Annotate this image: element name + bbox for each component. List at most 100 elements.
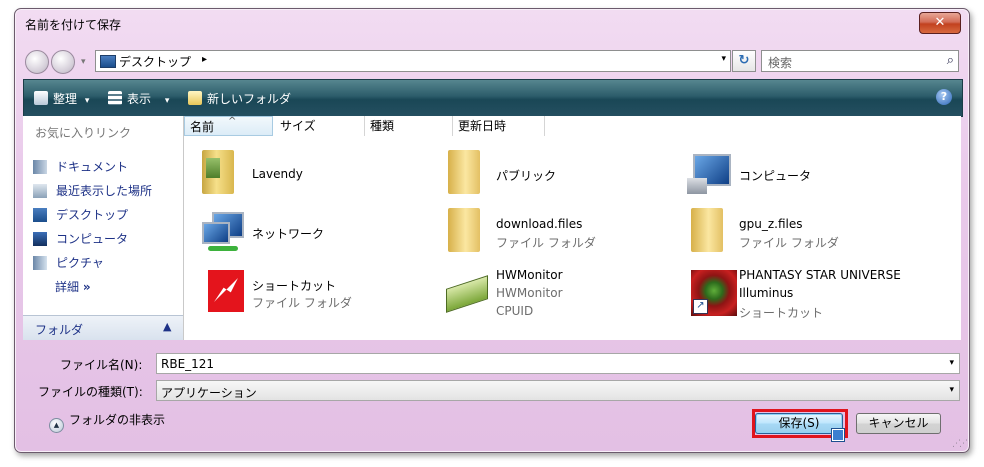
column-size-label: サイズ — [280, 119, 316, 133]
file-item-lavendy[interactable]: Lavendy — [194, 150, 434, 202]
search-box[interactable]: 検索 ⌕ — [761, 50, 959, 72]
forward-button[interactable] — [51, 50, 75, 74]
cancel-label: キャンセル — [868, 416, 929, 430]
filetype-label: ファイルの種類(T): — [38, 385, 143, 399]
favorite-pictures[interactable]: ピクチャ — [33, 254, 104, 270]
folder-icon — [448, 208, 480, 252]
address-dropdown-icon[interactable]: ▾ — [721, 54, 726, 64]
favorite-documents[interactable]: ドキュメント — [33, 158, 128, 174]
save-button[interactable]: 保存(S) — [755, 413, 843, 434]
column-name-label: 名前 — [190, 120, 215, 134]
mouse-cursor-icon — [831, 428, 845, 442]
file-type: ファイル フォルダ — [739, 236, 839, 250]
save-as-dialog: 名前を付けて保存 ✕ ▾ デスクトップ ▸ ▾ ↻ 検索 ⌕ 整理 ▾ 表示 ▾… — [14, 8, 970, 453]
file-item-download-files[interactable]: download.files ファイル フォルダ — [438, 208, 678, 260]
file-name: HWMonitor — [496, 268, 563, 282]
search-icon[interactable]: ⌕ — [947, 53, 954, 68]
file-name: PHANTASY STAR UNIVERSE — [739, 268, 901, 282]
column-headers: 名前 ^ サイズ 種類 更新日時 — [184, 116, 961, 136]
filename-label: ファイル名(N): — [60, 358, 143, 372]
game-shortcut-icon: ↗ — [691, 270, 737, 316]
favorite-desktop[interactable]: デスクトップ — [33, 206, 128, 222]
file-type: ファイル フォルダ — [496, 236, 596, 250]
recent-places-icon — [33, 184, 47, 198]
filetype-value[interactable]: アプリケーション — [161, 384, 257, 401]
chevron-up-icon: ▲ — [163, 320, 172, 333]
refresh-icon: ↻ — [738, 53, 750, 68]
file-item-gpu-z-files[interactable]: gpu_z.files ファイル フォルダ — [681, 208, 921, 260]
file-name: gpu_z.files — [739, 217, 803, 231]
search-placeholder[interactable]: 検索 — [768, 54, 792, 71]
more-links[interactable]: 詳細 » — [55, 278, 91, 295]
filename-dropdown-icon[interactable]: ▾ — [949, 358, 954, 368]
organize-button[interactable]: 整理 ▾ — [34, 90, 89, 107]
cancel-button[interactable]: キャンセル — [856, 413, 941, 434]
double-chevron-icon: » — [82, 280, 91, 294]
views-dropdown-icon: ▾ — [164, 96, 170, 106]
filetype-select[interactable]: アプリケーション ▾ — [156, 380, 960, 401]
hide-folders-toggle[interactable]: ▲ フォルダの非表示 — [49, 411, 165, 433]
refresh-button[interactable]: ↻ — [732, 50, 756, 72]
favorite-label: コンピュータ — [56, 232, 129, 246]
views-icon — [108, 91, 122, 105]
file-item-shortcut-folder[interactable]: ショートカット ファイル フォルダ — [194, 268, 434, 320]
favorite-computer[interactable]: コンピュータ — [33, 230, 128, 246]
desktop-icon — [100, 55, 116, 68]
address-row: ▾ デスクトップ ▸ ▾ ↻ 検索 ⌕ — [15, 45, 969, 74]
views-label: 表示 — [127, 92, 152, 106]
file-name: Lavendy — [252, 167, 303, 181]
file-item-phantasy-star[interactable]: ↗ PHANTASY STAR UNIVERSE Illuminus ショートカ… — [681, 268, 921, 320]
file-type: ショートカット — [739, 306, 824, 320]
address-bar[interactable]: デスクトップ ▸ ▾ — [95, 50, 731, 72]
hide-folders-label: フォルダの非表示 — [69, 413, 166, 427]
resize-grip-icon[interactable]: ⋰⋰ — [952, 439, 968, 449]
column-type-label: 種類 — [370, 119, 395, 133]
column-type[interactable]: 種類 — [365, 116, 453, 136]
favorite-label: ピクチャ — [56, 256, 104, 270]
computer-icon — [33, 232, 47, 246]
new-folder-button[interactable]: 新しいフォルダ — [188, 90, 291, 107]
more-label: 詳細 — [55, 280, 80, 294]
new-folder-label: 新しいフォルダ — [207, 92, 292, 106]
network-icon — [198, 208, 244, 256]
back-button[interactable] — [25, 50, 49, 74]
file-item-public[interactable]: パブリック — [438, 150, 678, 202]
folder-icon — [691, 208, 723, 252]
favorite-label: ドキュメント — [56, 160, 129, 174]
history-dropdown-icon[interactable]: ▾ — [81, 57, 86, 67]
close-button[interactable]: ✕ — [919, 12, 961, 34]
hwmonitor-icon — [442, 268, 488, 316]
filetype-dropdown-icon[interactable]: ▾ — [949, 385, 954, 395]
user-folder-icon — [202, 150, 234, 194]
file-type: ファイル フォルダ — [252, 296, 352, 310]
filename-input[interactable]: RBE_121 ▾ — [156, 353, 960, 374]
pictures-icon — [33, 256, 47, 270]
navigation-pane: お気に入りリンク ドキュメント 最近表示した場所 デスクトップ コンピュータ ピ… — [23, 116, 184, 340]
column-size[interactable]: サイズ — [275, 116, 365, 136]
file-desc: Illuminus — [739, 286, 794, 300]
file-name: パブリック — [496, 169, 557, 183]
new-folder-icon — [188, 91, 202, 105]
computer-icon — [685, 150, 731, 198]
shortcut-logo-icon — [208, 270, 244, 312]
filename-value[interactable]: RBE_121 — [161, 357, 214, 371]
file-item-hwmonitor[interactable]: HWMonitor HWMonitor CPUID — [438, 268, 678, 320]
help-icon[interactable]: ? — [936, 89, 952, 105]
sort-up-icon: ^ — [228, 116, 237, 127]
file-list: 名前 ^ サイズ 種類 更新日時 Lavendy パブリック コンピュータ ネット… — [184, 116, 961, 340]
file-item-computer[interactable]: コンピュータ — [681, 150, 921, 202]
address-location[interactable]: デスクトップ — [119, 53, 191, 70]
desktop-icon — [33, 208, 47, 222]
column-date[interactable]: 更新日時 — [453, 116, 545, 136]
breadcrumb-arrow-icon[interactable]: ▸ — [202, 54, 207, 65]
favorite-recent-places[interactable]: 最近表示した場所 — [33, 182, 152, 198]
toolbar: 整理 ▾ 表示 ▾ 新しいフォルダ ? — [23, 79, 963, 117]
favorite-label: デスクトップ — [56, 208, 129, 222]
title-bar: 名前を付けて保存 ✕ — [15, 9, 969, 37]
folders-label: フォルダ — [35, 323, 84, 337]
folders-toggle[interactable]: フォルダ ▲ — [23, 315, 183, 340]
views-button[interactable]: 表示 ▾ — [108, 90, 169, 107]
file-item-network[interactable]: ネットワーク — [194, 208, 434, 260]
column-name[interactable]: 名前 ^ — [184, 116, 273, 136]
file-desc: HWMonitor — [496, 286, 563, 300]
